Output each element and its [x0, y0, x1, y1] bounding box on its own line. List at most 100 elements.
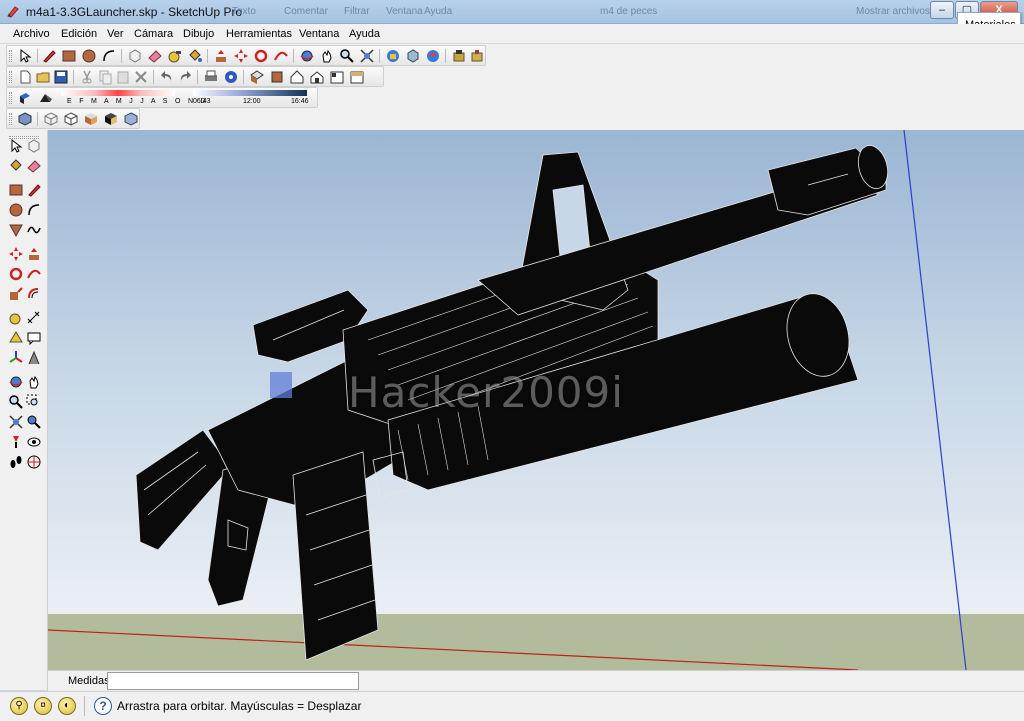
left-view-icon[interactable]	[349, 69, 365, 85]
zoom-tool-icon[interactable]	[8, 394, 24, 410]
model-viewport[interactable]: Hacker2009i	[48, 130, 1024, 670]
delete-icon[interactable]	[133, 69, 149, 85]
scale-tool-icon[interactable]	[8, 286, 24, 302]
back-view-icon[interactable]	[329, 69, 345, 85]
print-icon[interactable]	[203, 69, 219, 85]
position-camera-tool-icon[interactable]	[8, 434, 24, 450]
3d-text-tool-icon[interactable]	[26, 350, 42, 366]
circle-tool-icon[interactable]	[8, 202, 24, 218]
display-shadows-icon[interactable]	[37, 90, 53, 106]
menu-dibujo[interactable]: Dibujo	[183, 28, 214, 40]
iso-view-icon[interactable]	[249, 69, 265, 85]
push-pull-icon[interactable]	[213, 48, 229, 64]
follow-me-tool-icon[interactable]	[26, 266, 42, 282]
tape-measure-tool-icon[interactable]	[8, 310, 24, 326]
previous-view-tool-icon[interactable]	[26, 414, 42, 430]
zoom-extents-icon[interactable]	[359, 48, 375, 64]
wireframe-style-icon[interactable]	[43, 111, 59, 127]
time-slider[interactable]	[193, 90, 307, 96]
3d-warehouse-icon[interactable]	[385, 48, 401, 64]
dimension-tool-icon[interactable]	[26, 310, 42, 326]
pan-tool-icon[interactable]	[26, 374, 42, 390]
shadow-settings-icon[interactable]	[17, 90, 33, 106]
front-view-icon[interactable]	[289, 69, 305, 85]
paste-icon[interactable]	[115, 69, 131, 85]
make-component-icon[interactable]	[127, 48, 143, 64]
toolbar-grip[interactable]	[9, 113, 12, 125]
move-icon[interactable]	[233, 48, 249, 64]
paint-tool-icon[interactable]	[8, 158, 24, 174]
arc-tool-icon[interactable]	[26, 202, 42, 218]
help-icon[interactable]: ?	[94, 697, 112, 715]
menu-camara[interactable]: Cámara	[134, 28, 173, 40]
extension-warehouse-icon[interactable]	[451, 48, 467, 64]
credits-icon[interactable]: ¤	[34, 697, 52, 715]
right-view-icon[interactable]	[309, 69, 325, 85]
xray-style-icon[interactable]	[17, 111, 33, 127]
hidden-line-style-icon[interactable]	[63, 111, 79, 127]
menu-ayuda[interactable]: Ayuda	[349, 28, 380, 40]
geo-location-icon[interactable]: ⚲	[10, 697, 28, 715]
look-around-tool-icon[interactable]	[26, 434, 42, 450]
paint-bucket-icon[interactable]	[187, 48, 203, 64]
follow-me-icon[interactable]	[273, 48, 289, 64]
eraser-tool-icon[interactable]	[26, 158, 42, 174]
model-info-icon[interactable]	[223, 69, 239, 85]
select-tool-icon[interactable]	[8, 138, 24, 154]
zoom-window-tool-icon[interactable]	[26, 394, 42, 410]
undo-icon[interactable]	[159, 69, 175, 85]
tape-measure-icon[interactable]	[167, 48, 183, 64]
menu-herramientas[interactable]: Herramientas	[226, 28, 292, 40]
section-plane-tool-icon[interactable]	[26, 454, 42, 470]
copy-icon[interactable]	[97, 69, 113, 85]
orbit-tool-icon[interactable]	[8, 374, 24, 390]
toolbar-grip[interactable]	[9, 71, 12, 83]
share-model-icon[interactable]	[405, 48, 421, 64]
redo-icon[interactable]	[177, 69, 193, 85]
measurements-input[interactable]	[107, 672, 359, 690]
line-pencil-icon[interactable]	[41, 48, 57, 64]
new-file-icon[interactable]	[17, 69, 33, 85]
save-icon[interactable]	[53, 69, 69, 85]
shaded-style-icon[interactable]	[83, 111, 99, 127]
push-pull-tool-icon[interactable]	[26, 246, 42, 262]
toolbar-grip[interactable]	[9, 92, 12, 104]
shaded-textures-style-icon[interactable]	[103, 111, 119, 127]
zoom-extents-tool-icon[interactable]	[8, 414, 24, 430]
arc-icon[interactable]	[101, 48, 117, 64]
move-tool-icon[interactable]	[8, 246, 24, 262]
pan-hand-icon[interactable]	[319, 48, 335, 64]
text-tool-icon[interactable]	[26, 330, 42, 346]
zoom-icon[interactable]	[339, 48, 355, 64]
get-photo-texture-icon[interactable]	[425, 48, 441, 64]
menu-ver[interactable]: Ver	[107, 28, 124, 40]
menu-ventana[interactable]: Ventana	[299, 28, 339, 40]
open-folder-icon[interactable]	[35, 69, 51, 85]
menu-edicion[interactable]: Edición	[61, 28, 97, 40]
rectangle-tool-icon[interactable]	[8, 182, 24, 198]
rotate-icon[interactable]	[253, 48, 269, 64]
offset-tool-icon[interactable]	[26, 286, 42, 302]
extension-manager-icon[interactable]	[469, 48, 485, 64]
monochrome-style-icon[interactable]	[123, 111, 139, 127]
select-arrow-icon[interactable]	[17, 48, 33, 64]
rotate-tool-icon[interactable]	[8, 266, 24, 282]
line-tool-icon[interactable]	[26, 182, 42, 198]
freehand-tool-icon[interactable]	[26, 222, 42, 238]
user-sign-in-icon[interactable]: ◐	[58, 697, 76, 715]
polygon-tool-icon[interactable]	[8, 222, 24, 238]
walk-tool-icon[interactable]	[8, 454, 24, 470]
component-tool-icon[interactable]	[26, 138, 42, 154]
cut-icon[interactable]	[79, 69, 95, 85]
orbit-icon[interactable]	[299, 48, 315, 64]
menu-archivo[interactable]: Archivo	[13, 28, 50, 40]
top-view-icon[interactable]	[269, 69, 285, 85]
minimize-button[interactable]: –	[930, 1, 954, 19]
protractor-tool-icon[interactable]	[8, 330, 24, 346]
circle-icon[interactable]	[81, 48, 97, 64]
date-slider[interactable]	[61, 90, 175, 96]
axes-tool-icon[interactable]	[8, 350, 24, 366]
eraser-icon[interactable]	[147, 48, 163, 64]
toolbar-grip[interactable]	[9, 50, 12, 62]
rectangle-icon[interactable]	[61, 48, 77, 64]
